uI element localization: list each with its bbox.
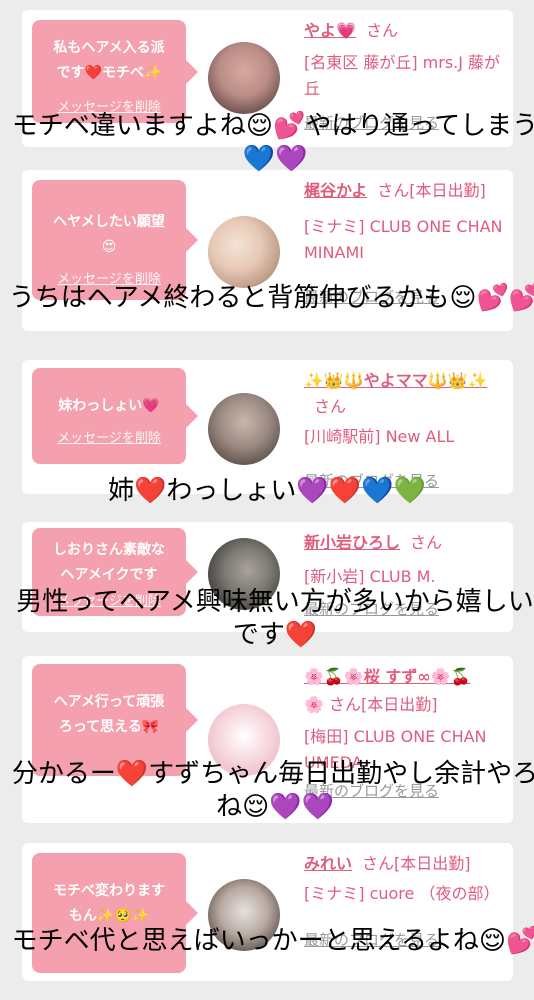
profile-name-link[interactable]: 🌸🍒🌸桜 すず∞🌸🍒	[304, 667, 471, 686]
delete-message-link[interactable]: メッセージを削除	[32, 427, 186, 446]
profile-name-link[interactable]: みれい	[304, 854, 352, 873]
avatar[interactable]	[208, 393, 280, 465]
overlay-caption: 分かるー❤️すずちゃん毎日出勤やし余計やろね😌💜💜	[11, 759, 534, 822]
name-suffix: さん	[314, 397, 347, 416]
message-bubble: 私もヘアメ入る派 です❤️モチベ✨ メッセージを削除	[32, 20, 198, 123]
message-text: 私もヘアメ入る派 です❤️モチベ✨	[53, 40, 165, 81]
message-text: ヘヤメしたい願望 😍	[53, 214, 165, 255]
profile-name-link[interactable]: 梶谷かよ	[304, 181, 367, 200]
message-text: しおりさん素敵な ヘアメイクです	[53, 542, 165, 583]
shop-info: [川崎駅前] New ALL	[304, 427, 455, 446]
message-text: ヘアメ行って頑張 ろって思える🎀	[53, 694, 165, 735]
name-suffix: 🌸 さん[本日出勤]	[304, 695, 438, 714]
overlay-caption: モチベ代と思えばいっかーと思えるよね😌💕	[11, 926, 534, 956]
message-card: モチベ変わります もん✨🥺✨ みれい さん[本日出勤] [ミナミ] cuore （…	[22, 843, 513, 981]
message-card: 妹わっしょい💗 メッセージを削除 ✨👑🔱やよママ🔱👑✨ さん [川崎駅前] New…	[22, 360, 513, 494]
name-suffix: さん[本日出勤]	[377, 181, 486, 200]
profile-name-link[interactable]: 新小岩ひろし	[304, 533, 400, 552]
message-text: 妹わっしょい💗	[58, 398, 160, 414]
profile-name-link[interactable]: やよ💗	[304, 21, 356, 40]
overlay-caption: 姉❤️わっしょい💜❤️💙💚	[108, 476, 426, 506]
shop-info: [ミナミ] CLUB ONE CHAN MINAMI	[304, 217, 503, 262]
overlay-caption: モチベ違いますよね😌💕やはり通ってしまう💙💜	[11, 111, 534, 174]
overlay-caption: うちはヘアメ終わると背筋伸びるかも😌💕💕	[8, 283, 534, 313]
avatar[interactable]	[208, 42, 280, 114]
name-suffix: さん[本日出勤]	[362, 854, 471, 873]
name-suffix: さん	[410, 533, 443, 552]
name-suffix: さん	[365, 21, 398, 40]
message-text: モチベ変わります もん✨🥺✨	[53, 883, 165, 924]
shop-info: [名東区 藤が丘] mrs.J 藤が丘	[304, 53, 501, 98]
message-bubble: 妹わっしょい💗 メッセージを削除	[32, 368, 198, 464]
profile-name-link[interactable]: ✨👑🔱やよママ🔱👑✨	[304, 371, 488, 390]
avatar[interactable]	[208, 216, 280, 288]
shop-info: [ミナミ] cuore （夜の部）	[304, 884, 500, 903]
overlay-caption: 男性ってヘアメ興味無い方が多いから嬉しいです❤️	[16, 587, 534, 650]
